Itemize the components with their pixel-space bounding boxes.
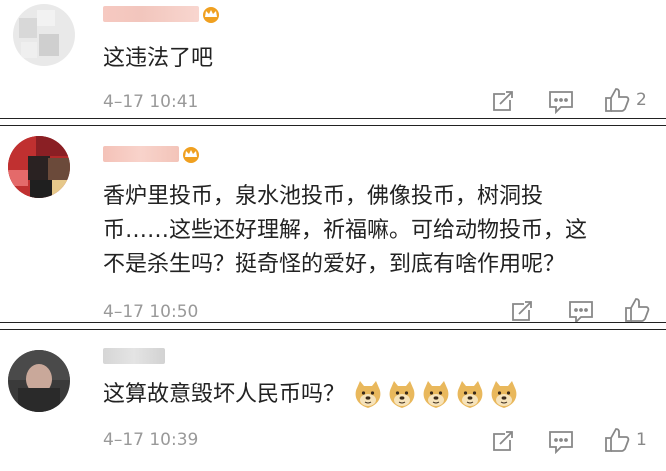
comment-icon[interactable]	[548, 430, 574, 454]
comment-text-line: 币……这些还好理解，祈福嘛。可给动物投币，这	[103, 218, 588, 243]
vip-crown-icon	[183, 147, 199, 163]
like-icon	[605, 428, 630, 452]
emoji-group	[353, 378, 523, 412]
like-button[interactable]: 1	[604, 428, 647, 452]
comment-text-line: 香炉里投币，泉水池投币，佛像投币，树洞投	[103, 184, 544, 209]
like-count: 1	[636, 430, 647, 450]
comment-item: 香炉里投币，泉水池投币，佛像投币，树洞投币……这些还好理解，祈福嘛。可给动物投币…	[0, 126, 666, 324]
comment-time: 4–17 10:50	[103, 302, 199, 322]
comment-text-line: 不是杀生吗？挺奇怪的爱好，到底有啥作用呢？	[103, 252, 566, 277]
divider	[0, 322, 666, 330]
doge-emoji	[423, 381, 449, 408]
share-icon[interactable]	[510, 300, 534, 324]
avatar[interactable]	[8, 136, 70, 198]
comment-text: 这算故意毁坏人民币吗？	[103, 378, 523, 412]
divider	[0, 118, 666, 126]
like-icon	[625, 298, 650, 322]
like-button[interactable]	[624, 298, 656, 322]
vip-crown-icon	[203, 7, 219, 23]
like-icon	[605, 88, 630, 112]
share-icon[interactable]	[491, 430, 515, 454]
doge-emoji	[389, 381, 415, 408]
comment-text: 香炉里投币，泉水池投币，佛像投币，树洞投币……这些还好理解，祈福嘛。可给动物投币…	[103, 180, 587, 282]
comment-item: 这违法了吧 4–17 10:41 2	[0, 0, 666, 118]
like-count: 2	[636, 90, 647, 110]
comment-text: 这违法了吧	[103, 46, 214, 71]
comment-text-body: 这算故意毁坏人民币吗？	[103, 382, 346, 407]
share-icon[interactable]	[491, 90, 515, 114]
comment-time: 4–17 10:41	[103, 92, 199, 112]
doge-emoji	[491, 381, 517, 408]
doge-emoji	[457, 381, 483, 408]
avatar[interactable]	[13, 4, 75, 66]
like-button[interactable]: 2	[604, 88, 647, 112]
comment-icon[interactable]	[548, 90, 574, 114]
comment-time: 4–17 10:39	[103, 430, 199, 450]
comment-icon[interactable]	[568, 300, 594, 324]
avatar[interactable]	[8, 350, 70, 412]
doge-emoji	[355, 381, 381, 408]
comment-item: 这算故意毁坏人民币吗？ 4–17 10:39 1	[0, 330, 666, 471]
